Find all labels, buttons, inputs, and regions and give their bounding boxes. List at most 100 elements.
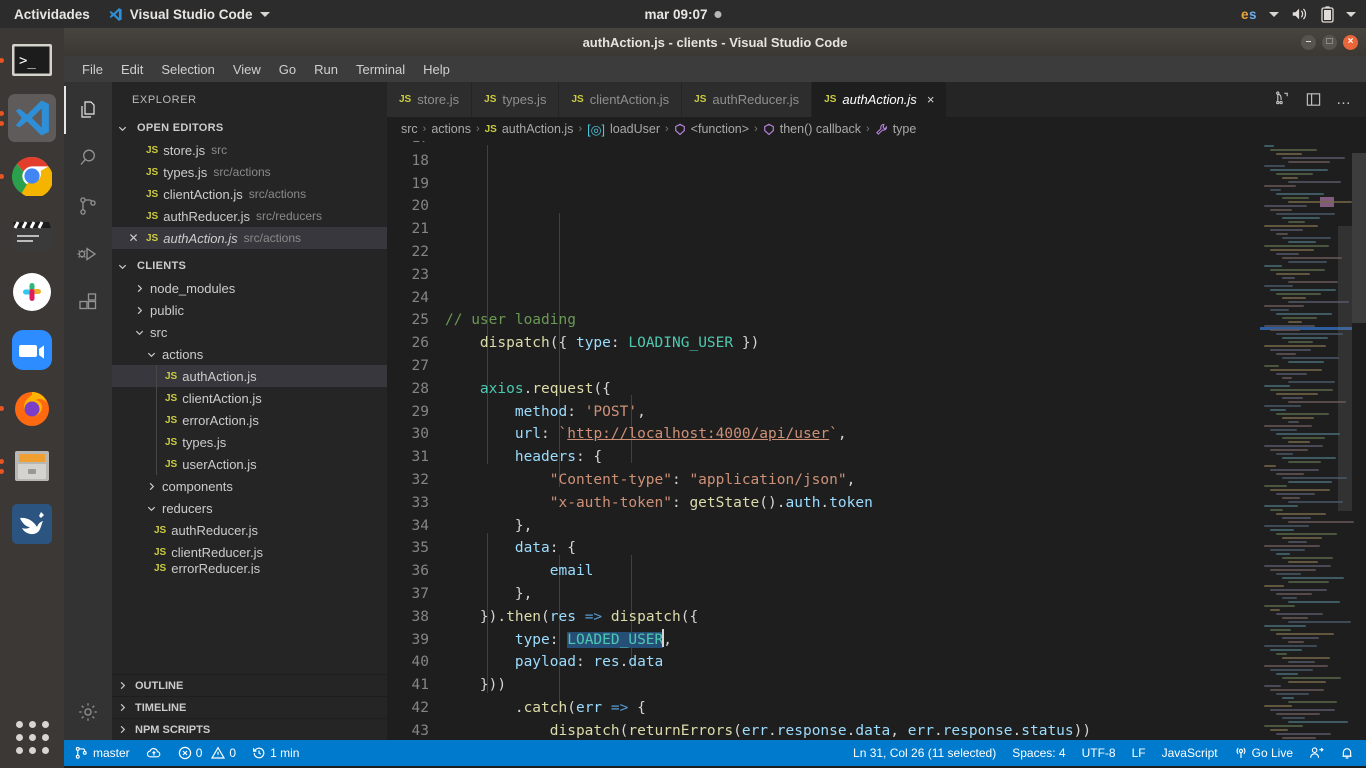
- status-account[interactable]: [1301, 740, 1332, 766]
- breadcrumb-item-src[interactable]: src: [401, 122, 418, 136]
- status-cursor-position[interactable]: Ln 31, Col 26 (11 selected): [845, 740, 1004, 766]
- close-icon[interactable]: ✕: [126, 231, 141, 245]
- tree-item-actions[interactable]: actions: [112, 343, 387, 365]
- activity-bar-item-settings[interactable]: [64, 688, 112, 736]
- menu-terminal[interactable]: Terminal: [347, 59, 414, 80]
- status-timer[interactable]: 1 min: [244, 740, 307, 766]
- status-indentation[interactable]: Spaces: 4: [1004, 740, 1073, 766]
- menu-view[interactable]: View: [224, 59, 270, 80]
- status-remote-indicator[interactable]: master: [64, 740, 138, 766]
- tab-authReducer-js[interactable]: JS authReducer.js: [682, 82, 812, 117]
- status-go-live[interactable]: Go Live: [1226, 740, 1301, 766]
- open-editor-item-active[interactable]: ✕ JS authAction.js src/actions: [112, 227, 387, 249]
- dock-item-terminal[interactable]: >_: [8, 36, 56, 84]
- system-status-area[interactable]: es: [1241, 6, 1356, 23]
- code-line[interactable]: }).then(res => dispatch({: [445, 606, 1366, 629]
- dock-item-video-editor[interactable]: [8, 210, 56, 258]
- open-editor-item[interactable]: JS clientAction.js src/actions: [112, 183, 387, 205]
- tree-item-errorReducer[interactable]: JS errorReducer.js: [112, 563, 387, 574]
- breadcrumb-item-then-callback[interactable]: then() callback: [780, 122, 861, 136]
- code-line[interactable]: url: `http://localhost:4000/api/user`,: [445, 423, 1366, 446]
- open-editor-item[interactable]: JS store.js src: [112, 139, 387, 161]
- dock-item-google-chrome[interactable]: [8, 152, 56, 200]
- tab-clientAction-js[interactable]: JS clientAction.js: [559, 82, 682, 117]
- tree-item-public[interactable]: public: [112, 299, 387, 321]
- status-language-mode[interactable]: JavaScript: [1154, 740, 1226, 766]
- status-sync[interactable]: [138, 740, 170, 766]
- split-editor-vertical-icon[interactable]: [1274, 91, 1291, 108]
- section-clients[interactable]: CLIENTS: [112, 255, 387, 277]
- code-line[interactable]: email: [445, 560, 1366, 583]
- close-icon[interactable]: ×: [927, 92, 935, 107]
- minimize-button[interactable]: –: [1301, 35, 1316, 50]
- status-eol[interactable]: LF: [1124, 740, 1154, 766]
- tab-store-js[interactable]: JS store.js: [387, 82, 472, 117]
- tree-item-errorAction[interactable]: JS errorAction.js: [112, 409, 387, 431]
- tab-types-js[interactable]: JS types.js: [472, 82, 559, 117]
- tree-item-node_modules[interactable]: node_modules: [112, 277, 387, 299]
- tree-item-authAction[interactable]: JS authAction.js: [112, 365, 387, 387]
- status-notifications[interactable]: [1332, 740, 1366, 766]
- activity-bar-item-explorer[interactable]: [64, 86, 112, 134]
- code-line[interactable]: dispatch(returnErrors(err.response.data,…: [445, 720, 1366, 740]
- keyboard-layout-indicator[interactable]: es: [1241, 7, 1257, 22]
- code-line[interactable]: [445, 355, 1366, 378]
- editor-scrollbar[interactable]: [1352, 141, 1366, 740]
- code-line[interactable]: payload: res.data: [445, 651, 1366, 674]
- activity-bar-item-search[interactable]: [64, 134, 112, 182]
- breadcrumb-item-function[interactable]: <function>: [691, 122, 749, 136]
- code-line[interactable]: },: [445, 583, 1366, 606]
- tree-item-components[interactable]: components: [112, 475, 387, 497]
- code-line[interactable]: axios.request({: [445, 378, 1366, 401]
- menu-file[interactable]: File: [73, 59, 112, 80]
- code-content[interactable]: // user loading dispatch({ type: LOADING…: [445, 141, 1366, 740]
- code-line[interactable]: .catch(err => {: [445, 697, 1366, 720]
- dock-item-visual-studio-code[interactable]: [8, 94, 56, 142]
- minimap-slider[interactable]: [1338, 226, 1352, 511]
- code-line[interactable]: // user loading: [445, 309, 1366, 332]
- tree-item-types[interactable]: JS types.js: [112, 431, 387, 453]
- activity-bar-item-source-control[interactable]: [64, 182, 112, 230]
- dock-item-slack[interactable]: [8, 268, 56, 316]
- activity-bar-item-run-debug[interactable]: [64, 230, 112, 278]
- dock-item-firefox[interactable]: [8, 384, 56, 432]
- tree-item-reducers[interactable]: reducers: [112, 497, 387, 519]
- toggle-panel-icon[interactable]: [1305, 91, 1322, 108]
- menu-edit[interactable]: Edit: [112, 59, 152, 80]
- tree-item-src[interactable]: src: [112, 321, 387, 343]
- app-menu[interactable]: Visual Studio Code: [100, 7, 278, 22]
- open-editor-item[interactable]: JS authReducer.js src/reducers: [112, 205, 387, 227]
- menu-selection[interactable]: Selection: [152, 59, 223, 80]
- menu-go[interactable]: Go: [270, 59, 305, 80]
- code-line[interactable]: dispatch({ type: LOADING_USER }): [445, 332, 1366, 355]
- code-line[interactable]: "x-auth-token": getState().auth.token: [445, 492, 1366, 515]
- more-actions-icon[interactable]: …: [1336, 95, 1352, 105]
- tree-item-userAction[interactable]: JS userAction.js: [112, 453, 387, 475]
- code-line[interactable]: headers: {: [445, 446, 1366, 469]
- open-editor-item[interactable]: JS types.js src/actions: [112, 161, 387, 183]
- maximize-button[interactable]: □: [1322, 35, 1337, 50]
- breadcrumb-item-type[interactable]: type: [893, 122, 917, 136]
- clock[interactable]: mar 09:07: [644, 7, 721, 22]
- section-outline[interactable]: OUTLINE: [112, 674, 387, 696]
- status-encoding[interactable]: UTF-8: [1074, 740, 1124, 766]
- scrollbar-thumb[interactable]: [1352, 153, 1366, 323]
- code-line[interactable]: data: {: [445, 537, 1366, 560]
- code-line[interactable]: method: 'POST',: [445, 401, 1366, 424]
- activity-bar-item-extensions[interactable]: [64, 278, 112, 326]
- code-line[interactable]: })): [445, 674, 1366, 697]
- breadcrumb-item-actions[interactable]: actions: [431, 122, 471, 136]
- show-applications-button[interactable]: [16, 721, 49, 754]
- tree-item-authReducer[interactable]: JS authReducer.js: [112, 519, 387, 541]
- tree-item-clientReducer[interactable]: JS clientReducer.js: [112, 541, 387, 563]
- section-npm-scripts[interactable]: NPM SCRIPTS: [112, 718, 387, 740]
- breadcrumb-item-loadUser[interactable]: loadUser: [610, 122, 660, 136]
- dock-item-zoom[interactable]: [8, 326, 56, 374]
- tab-authAction-js[interactable]: JS authAction.js ×: [812, 82, 947, 117]
- code-line[interactable]: type: LOADED_USER,: [445, 629, 1366, 652]
- tree-item-clientAction[interactable]: JS clientAction.js: [112, 387, 387, 409]
- chevron-down-icon[interactable]: [1346, 12, 1356, 17]
- close-button[interactable]: ×: [1343, 35, 1358, 50]
- code-line[interactable]: },: [445, 515, 1366, 538]
- minimap[interactable]: [1260, 141, 1352, 740]
